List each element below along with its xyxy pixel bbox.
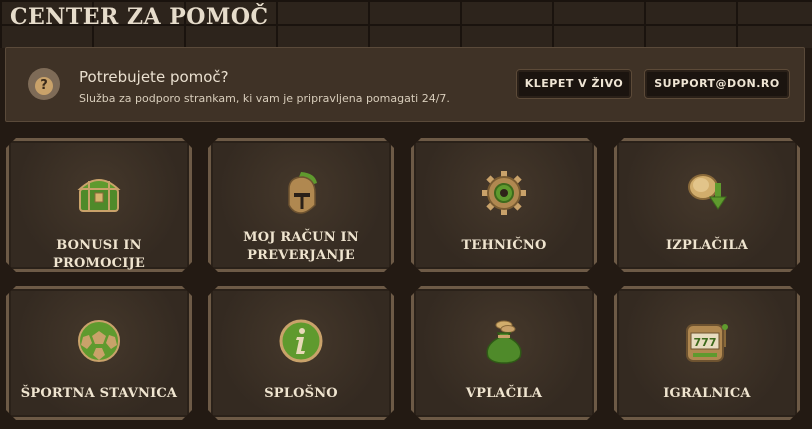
category-account[interactable]: MOJ RAČUN IN PREVERJANJE xyxy=(208,138,394,272)
category-label: IGRALNICA xyxy=(663,386,751,401)
helmet-icon xyxy=(277,169,325,217)
treasure-chest-icon xyxy=(75,169,123,217)
svg-text:777: 777 xyxy=(694,336,717,349)
category-label: TEHNIČNO xyxy=(461,238,547,253)
live-chat-button[interactable]: KLEPET V ŽIVO xyxy=(516,69,632,99)
category-deposits[interactable]: VPLAČILA xyxy=(411,286,597,420)
category-withdrawals[interactable]: IZPLAČILA xyxy=(614,138,800,272)
category-casino[interactable]: 777 IGRALNICA xyxy=(614,286,800,420)
question-icon: ? xyxy=(28,68,60,100)
info-icon xyxy=(277,317,325,365)
help-banner: ? Potrebujete pomoč? Služba za podporo s… xyxy=(5,47,805,122)
banner-subtitle: Služba za podporo strankam, ki vam je pr… xyxy=(79,92,450,105)
category-sports-betting[interactable]: ŠPORTNA STAVNICA xyxy=(6,286,192,420)
category-label: BONUSI IN PROMOCIJE xyxy=(53,238,145,271)
support-email-button[interactable]: SUPPORT@DON.RO xyxy=(644,69,790,99)
coin-withdraw-icon xyxy=(683,169,731,217)
category-label: ŠPORTNA STAVNICA xyxy=(20,386,178,401)
category-technical[interactable]: TEHNIČNO xyxy=(411,138,597,272)
money-bag-icon xyxy=(480,317,528,365)
category-label: IZPLAČILA xyxy=(665,238,749,253)
category-general[interactable]: SPLOŠNO xyxy=(208,286,394,420)
category-label: SPLOŠNO xyxy=(264,386,338,401)
category-label: MOJ RAČUN IN PREVERJANJE xyxy=(243,230,359,263)
slot-machine-icon: 777 xyxy=(683,317,731,365)
football-icon xyxy=(75,317,123,365)
page-title: Center za pomoč xyxy=(10,4,269,30)
banner-title: Potrebujete pomoč? xyxy=(79,68,229,86)
gear-icon xyxy=(480,169,528,217)
category-bonuses[interactable]: BONUSI IN PROMOCIJE xyxy=(6,138,192,272)
category-label: VPLAČILA xyxy=(465,386,543,401)
